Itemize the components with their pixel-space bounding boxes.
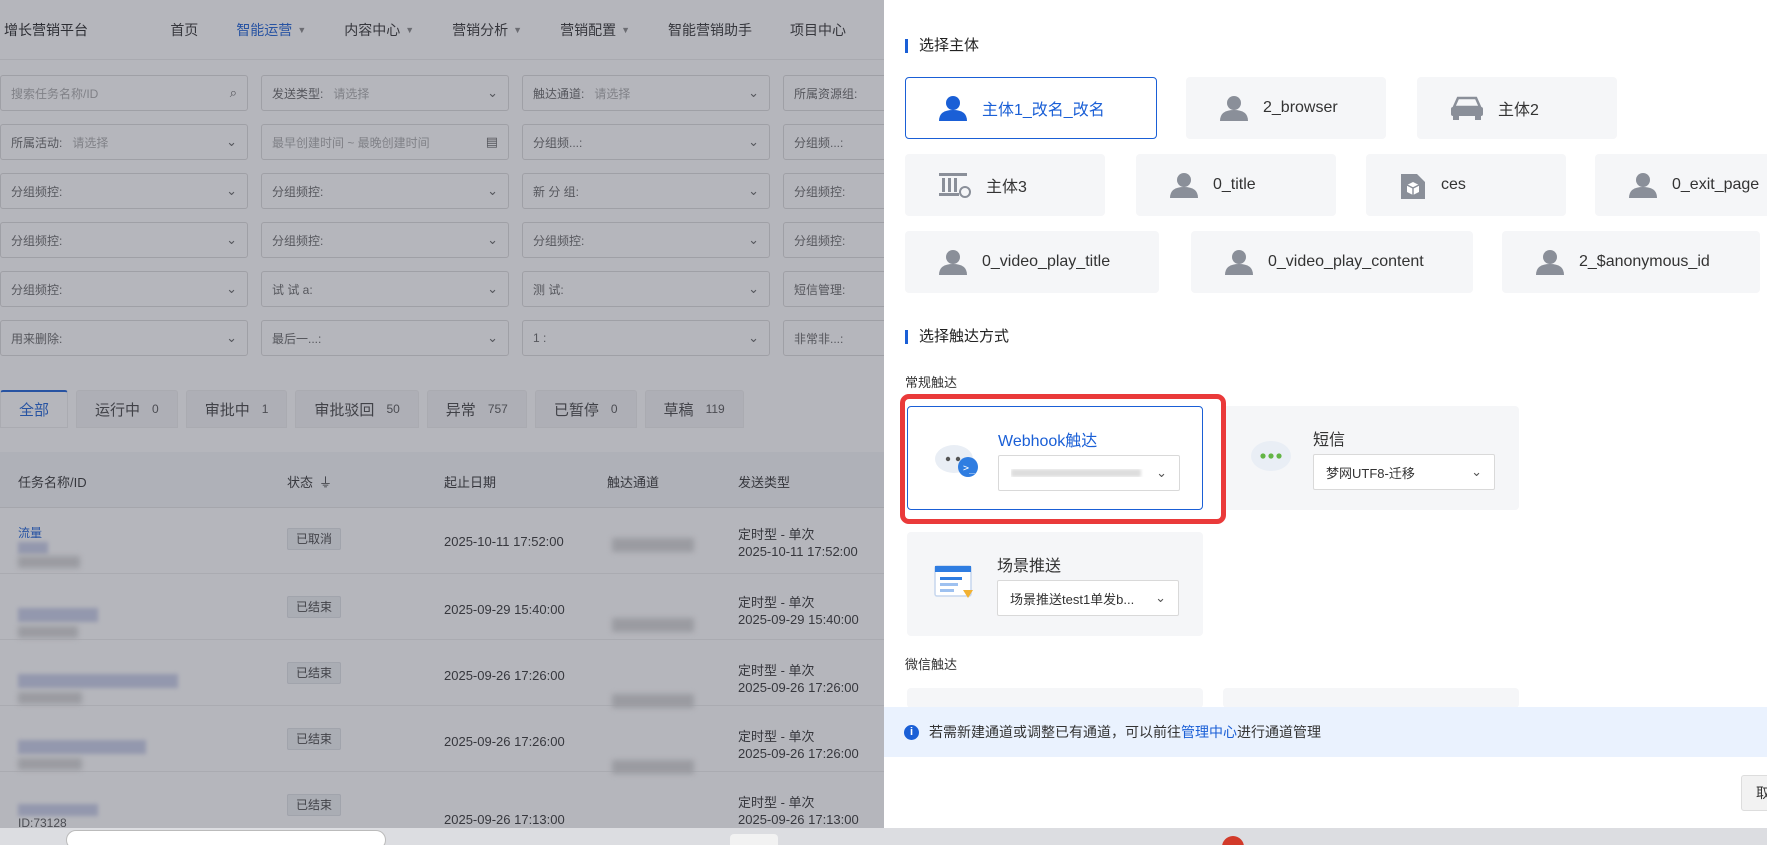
- bank-icon: [939, 173, 971, 198]
- cube-icon: [1401, 174, 1425, 199]
- person-icon: [1629, 173, 1657, 198]
- subject-card-video-content[interactable]: 0_video_play_content: [1191, 231, 1473, 293]
- sms-bubble-icon: [1251, 441, 1291, 471]
- channel-notice-bar: i 若需新建通道或调整已有通道，可以前往 管理中心 进行通道管理: [884, 707, 1767, 757]
- person-icon: [1536, 250, 1564, 275]
- subject-card-ces[interactable]: ces: [1366, 154, 1566, 216]
- taskbar: [0, 828, 1767, 845]
- modal-overlay[interactable]: [0, 0, 884, 845]
- subject-card-3[interactable]: 主体2: [1417, 77, 1617, 139]
- channel-card-sms[interactable]: 短信 梦网UTF8-迁移 ⌄: [1223, 406, 1519, 510]
- person-icon: [1220, 96, 1248, 121]
- scene-push-icon: [934, 565, 973, 598]
- section-title-subject: 选择主体: [905, 38, 979, 53]
- person-icon: [939, 250, 967, 275]
- channel-card-scene-push[interactable]: 场景推送 场景推送test1单发b... ⌄: [907, 532, 1203, 636]
- person-icon: [1225, 250, 1253, 275]
- taskbar-search[interactable]: [66, 830, 386, 845]
- highlight-annotation: [900, 394, 1226, 524]
- subject-card-2-browser[interactable]: 2_browser: [1186, 77, 1386, 139]
- section-title-channel: 选择触达方式: [905, 329, 1009, 344]
- channel-card-wechat-2[interactable]: [1223, 688, 1519, 708]
- subject-card-4[interactable]: 主体3: [905, 154, 1105, 216]
- group-title-wechat: 微信触达: [905, 657, 958, 672]
- car-icon: [1451, 96, 1483, 120]
- taskbar-notification-icon[interactable]: [1222, 836, 1244, 845]
- subject-card-title[interactable]: 0_title: [1136, 154, 1336, 216]
- management-center-link[interactable]: 管理中心: [1181, 722, 1237, 742]
- channel-card-wechat-1[interactable]: [907, 688, 1203, 708]
- subject-card-anonymous-id[interactable]: 2_$anonymous_id: [1502, 231, 1760, 293]
- sms-account-select[interactable]: 梦网UTF8-迁移 ⌄: [1313, 454, 1495, 490]
- chevron-down-icon: ⌄: [1471, 464, 1482, 479]
- person-icon: [939, 96, 967, 121]
- subject-card-1[interactable]: 主体1_改名_改名: [905, 77, 1157, 139]
- scene-push-select[interactable]: 场景推送test1单发b... ⌄: [997, 580, 1179, 616]
- group-title-normal: 常规触达: [905, 375, 958, 390]
- info-icon: i: [904, 724, 919, 740]
- subject-card-exit-page[interactable]: 0_exit_page: [1595, 154, 1767, 216]
- subject-card-video-title[interactable]: 0_video_play_title: [905, 231, 1159, 293]
- person-icon: [1170, 173, 1198, 198]
- chevron-down-icon: ⌄: [1155, 590, 1166, 605]
- taskbar-app[interactable]: [730, 834, 778, 845]
- cancel-button[interactable]: 取: [1741, 775, 1767, 811]
